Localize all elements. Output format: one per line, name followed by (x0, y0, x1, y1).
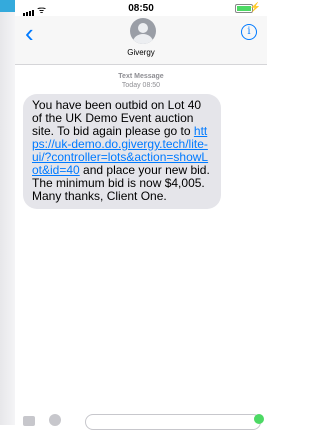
status-time: 08:50 (128, 3, 154, 14)
message-day: Today (121, 82, 141, 89)
back-button[interactable]: ‹ (25, 20, 34, 46)
charging-icon: ⚡ (249, 2, 261, 12)
contact-avatar[interactable] (130, 18, 156, 44)
app-store-icon[interactable] (49, 414, 61, 426)
status-bar: ᯤ 08:50 ⚡ (15, 0, 267, 16)
background-window-edge (0, 0, 36, 425)
contact-name[interactable]: Givergy (15, 48, 267, 57)
person-icon-body (133, 34, 153, 44)
send-button[interactable] (254, 414, 264, 424)
message-time: 08:50 (142, 82, 161, 89)
incoming-message-bubble[interactable]: You have been outbid on Lot 40 of the UK… (23, 94, 221, 209)
message-text-before-link: You have been outbid on Lot 40 of the UK… (32, 98, 202, 138)
message-timestamp: Text Message Today 08:50 (15, 72, 267, 90)
message-input[interactable] (85, 414, 261, 430)
message-kind-label: Text Message (118, 73, 164, 80)
conversation-header: ‹ Givergy i (15, 16, 267, 65)
person-icon (138, 23, 148, 33)
info-button[interactable]: i (241, 24, 257, 40)
message-date-time: Today 08:50 (15, 81, 267, 90)
compose-bar (15, 412, 267, 430)
messages-screen: ᯤ 08:50 ⚡ ‹ Givergy i Text Message Today… (15, 0, 267, 430)
